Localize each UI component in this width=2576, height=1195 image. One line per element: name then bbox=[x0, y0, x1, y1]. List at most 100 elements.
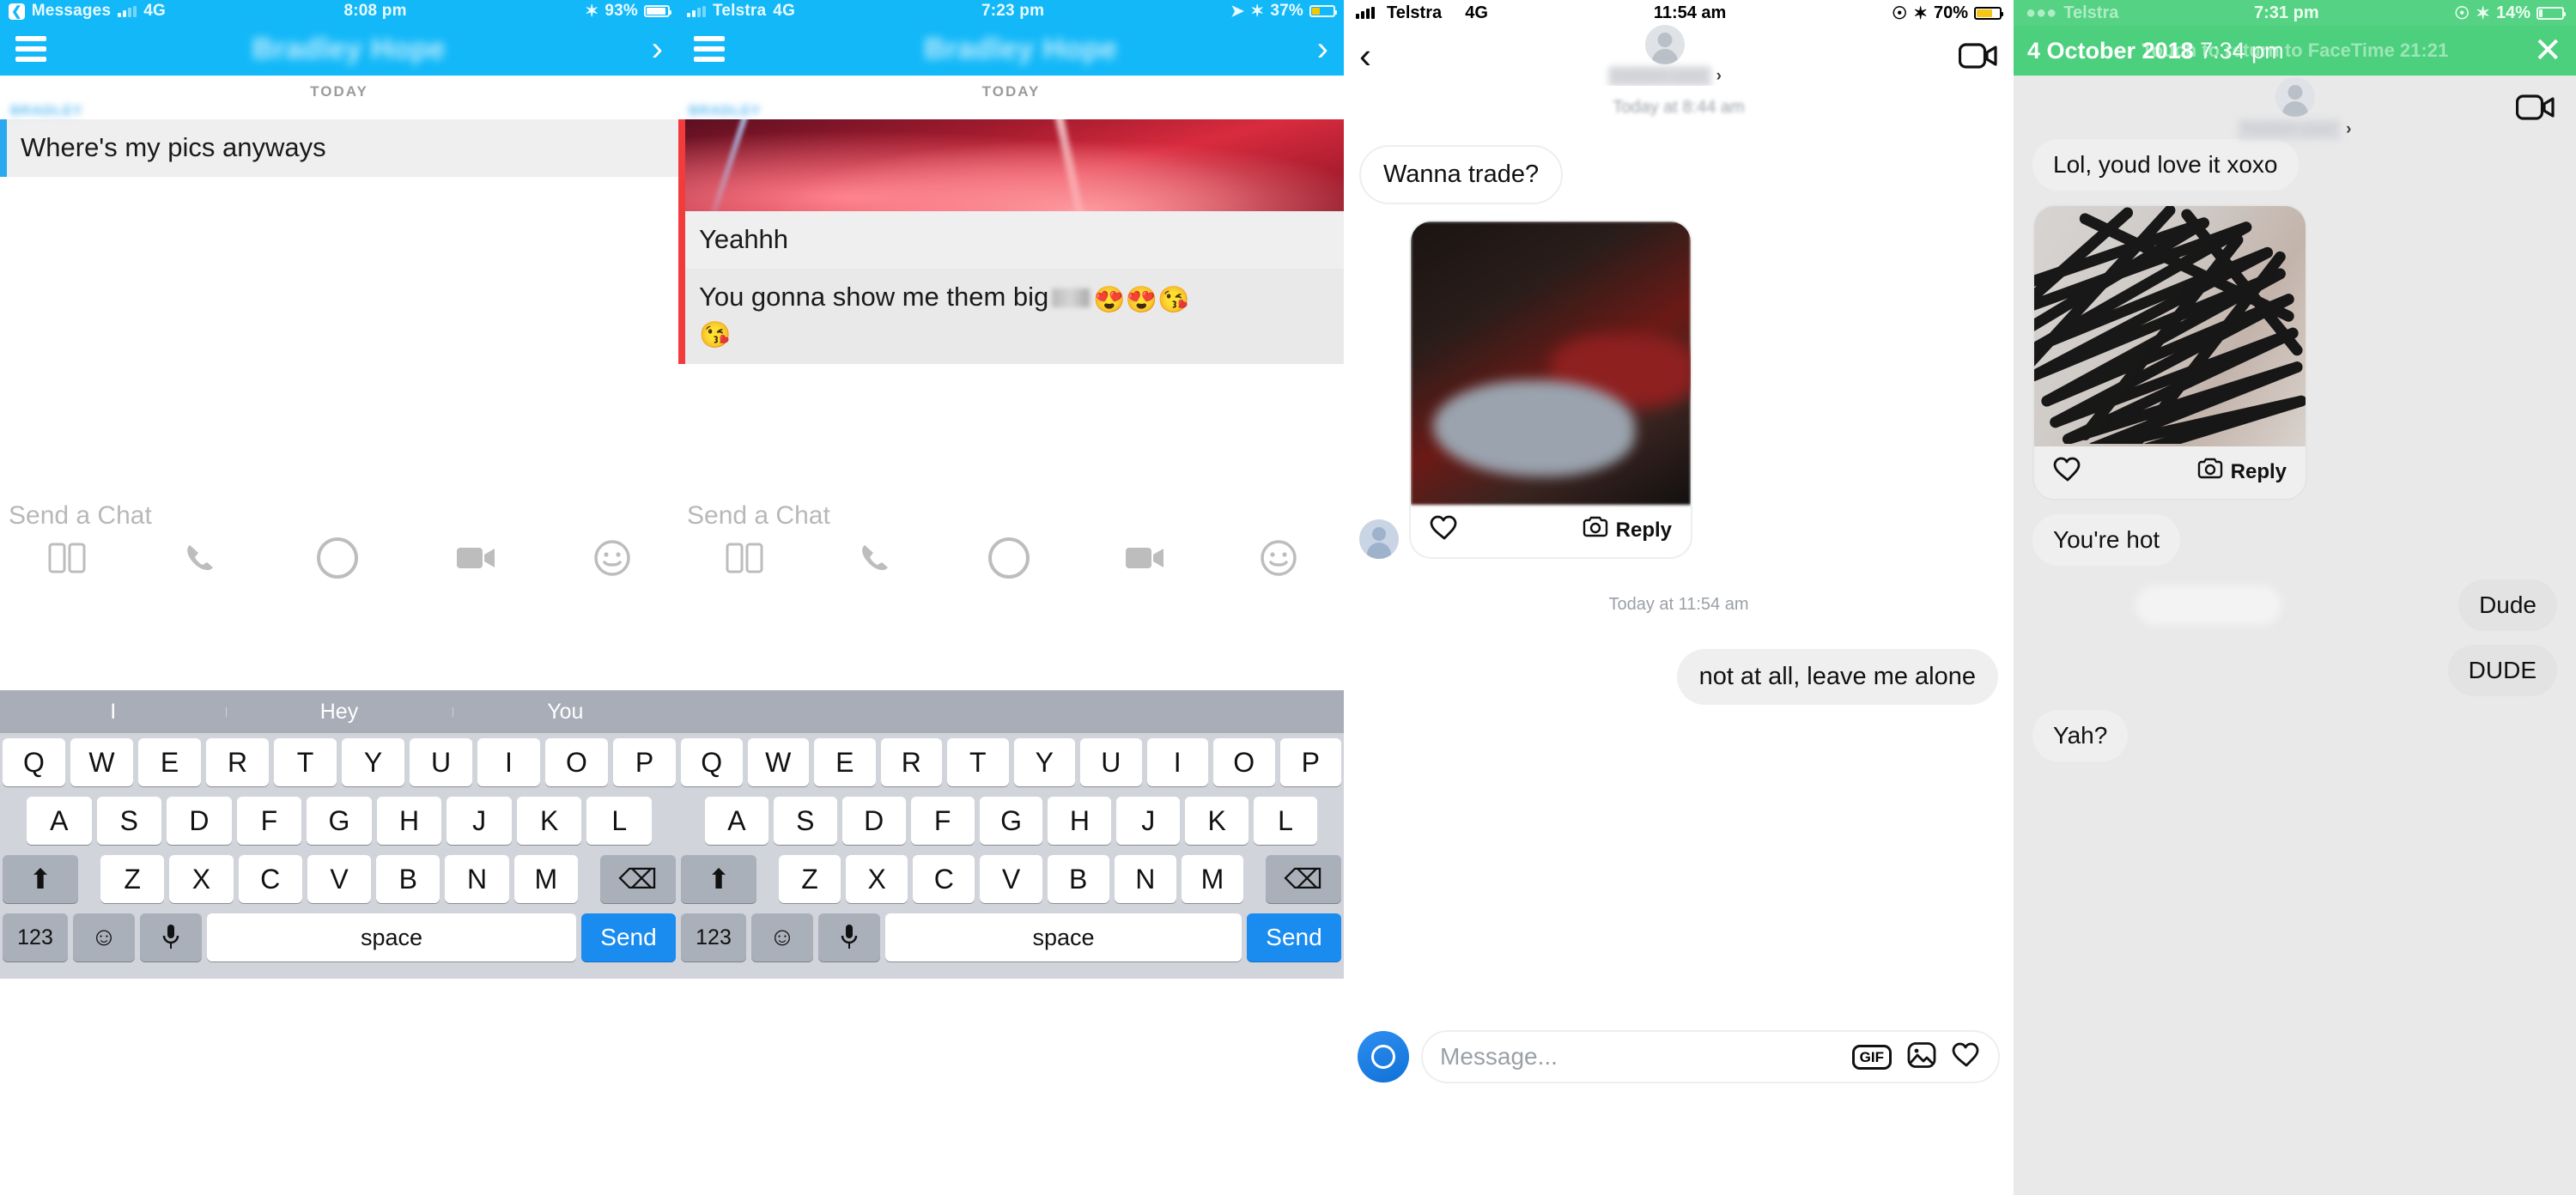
key-p[interactable]: P bbox=[613, 738, 676, 786]
prediction-0[interactable]: I bbox=[0, 700, 226, 725]
key-o[interactable]: O bbox=[545, 738, 608, 786]
key-i[interactable]: I bbox=[1146, 738, 1208, 786]
key-t[interactable]: T bbox=[947, 738, 1009, 786]
key-e[interactable]: E bbox=[814, 738, 876, 786]
key-c[interactable]: C bbox=[238, 855, 302, 903]
key-f[interactable]: F bbox=[910, 797, 975, 845]
key-e[interactable]: E bbox=[138, 738, 201, 786]
key-b[interactable]: B bbox=[1047, 855, 1109, 903]
key-h[interactable]: H bbox=[1048, 797, 1112, 845]
chat-bubble-incoming[interactable]: Yah? bbox=[2032, 710, 2129, 761]
key-g[interactable]: G bbox=[307, 797, 372, 845]
photo-thumbnail[interactable] bbox=[685, 119, 1344, 211]
space-key[interactable]: space bbox=[885, 913, 1242, 961]
key-l[interactable]: L bbox=[1254, 797, 1318, 845]
key-q[interactable]: Q bbox=[3, 738, 65, 786]
key-v[interactable]: V bbox=[980, 855, 1042, 903]
conversation-header[interactable]: hidden user › bbox=[1607, 25, 1722, 87]
gif-button[interactable]: GIF bbox=[1851, 1044, 1892, 1070]
chat-message[interactable]: Where's my pics anyways bbox=[0, 119, 678, 177]
key-m[interactable]: M bbox=[1181, 855, 1243, 903]
facetime-return-banner[interactable]: Touch to return to FaceTime 21:21 4 Octo… bbox=[2014, 26, 2576, 76]
key-a[interactable]: A bbox=[705, 797, 769, 845]
photo-message-card[interactable]: Reply bbox=[2032, 204, 2307, 500]
chat-bubble-incoming[interactable]: Wanna trade? bbox=[1359, 145, 1564, 204]
backspace-icon[interactable]: ⌫ bbox=[599, 855, 676, 903]
key-r[interactable]: R bbox=[880, 738, 942, 786]
key-h[interactable]: H bbox=[376, 797, 442, 845]
close-icon[interactable]: ✕ bbox=[2533, 33, 2562, 68]
backspace-icon[interactable]: ⌫ bbox=[1265, 855, 1341, 903]
key-m[interactable]: M bbox=[513, 855, 578, 903]
chat-bubble-outgoing[interactable]: Dude bbox=[2458, 579, 2557, 631]
key-y[interactable]: Y bbox=[1013, 738, 1075, 786]
cards-icon[interactable] bbox=[47, 540, 87, 576]
prediction-2[interactable]: You bbox=[452, 700, 678, 725]
photo-message-card[interactable]: Reply bbox=[1409, 220, 1692, 559]
numbers-key[interactable]: 123 bbox=[681, 913, 746, 961]
reply-button[interactable]: Reply bbox=[1583, 516, 1672, 544]
key-c[interactable]: C bbox=[913, 855, 975, 903]
key-s[interactable]: S bbox=[96, 797, 162, 845]
key-j[interactable]: J bbox=[1116, 797, 1181, 845]
chat-bubble-outgoing[interactable]: not at all, leave me alone bbox=[1676, 649, 1998, 705]
key-u[interactable]: U bbox=[410, 738, 472, 786]
emoji-key-icon[interactable]: ☺ bbox=[73, 913, 135, 961]
key-b[interactable]: B bbox=[376, 855, 440, 903]
key-u[interactable]: U bbox=[1080, 738, 1142, 786]
key-a[interactable]: A bbox=[26, 797, 92, 845]
heart-icon[interactable] bbox=[1952, 1042, 1981, 1072]
key-q[interactable]: Q bbox=[681, 738, 743, 786]
emoji-key-icon[interactable]: ☺ bbox=[751, 913, 813, 961]
key-x[interactable]: X bbox=[846, 855, 908, 903]
phone-icon[interactable] bbox=[182, 540, 220, 576]
key-n[interactable]: N bbox=[445, 855, 509, 903]
phone-icon[interactable] bbox=[857, 540, 895, 576]
composer-placeholder[interactable]: Send a Chat bbox=[678, 488, 1344, 536]
key-l[interactable]: L bbox=[586, 797, 653, 845]
key-p[interactable]: P bbox=[1279, 738, 1341, 786]
key-j[interactable]: J bbox=[447, 797, 512, 845]
key-i[interactable]: I bbox=[477, 738, 540, 786]
shift-icon[interactable]: ⬆ bbox=[681, 855, 756, 903]
send-button[interactable]: Send bbox=[1247, 913, 1341, 961]
message-input[interactable]: Message... GIF bbox=[1421, 1030, 2000, 1083]
chat-message[interactable]: Yeahhh bbox=[678, 211, 1344, 269]
back-to-app-chip[interactable]: ❮ bbox=[9, 3, 25, 20]
reply-button[interactable]: Reply bbox=[2197, 458, 2287, 486]
video-call-icon[interactable] bbox=[1958, 43, 1998, 69]
key-d[interactable]: D bbox=[167, 797, 232, 845]
chevron-left-icon[interactable]: ‹ bbox=[1359, 38, 1371, 73]
microphone-icon[interactable] bbox=[140, 913, 202, 961]
key-f[interactable]: F bbox=[236, 797, 302, 845]
photo-thumbnail[interactable] bbox=[1411, 221, 1691, 505]
hamburger-icon[interactable] bbox=[694, 36, 725, 62]
microphone-icon[interactable] bbox=[818, 913, 880, 961]
shift-icon[interactable]: ⬆ bbox=[3, 855, 79, 903]
key-r[interactable]: R bbox=[206, 738, 269, 786]
key-y[interactable]: Y bbox=[342, 738, 404, 786]
smiley-icon[interactable] bbox=[593, 539, 631, 577]
key-g[interactable]: G bbox=[979, 797, 1043, 845]
prediction-1[interactable]: Hey bbox=[226, 700, 452, 725]
composer-placeholder[interactable]: Send a Chat bbox=[0, 488, 678, 536]
video-camera-icon[interactable] bbox=[1124, 542, 1167, 574]
key-d[interactable]: D bbox=[841, 797, 906, 845]
chat-bubble-incoming[interactable]: You're hot bbox=[2032, 514, 2181, 566]
key-w[interactable]: W bbox=[747, 738, 809, 786]
camera-circle-icon[interactable] bbox=[1358, 1031, 1409, 1083]
chat-bubble-outgoing[interactable]: DUDE bbox=[2447, 645, 2557, 696]
video-camera-icon[interactable] bbox=[455, 542, 498, 574]
camera-shutter-icon[interactable] bbox=[315, 536, 360, 580]
key-o[interactable]: O bbox=[1213, 738, 1275, 786]
key-k[interactable]: K bbox=[516, 797, 582, 845]
key-k[interactable]: K bbox=[1185, 797, 1249, 845]
chat-bubble-incoming[interactable]: Lol, youd love it xoxo bbox=[2032, 139, 2299, 191]
camera-shutter-icon[interactable] bbox=[987, 536, 1031, 580]
key-z[interactable]: Z bbox=[100, 855, 165, 903]
conversation-header[interactable]: hidden user › bbox=[2014, 77, 2576, 140]
chevron-right-icon[interactable]: › bbox=[652, 32, 663, 66]
cards-icon[interactable] bbox=[725, 540, 764, 576]
key-w[interactable]: W bbox=[70, 738, 133, 786]
photo-icon[interactable] bbox=[1907, 1041, 1936, 1073]
